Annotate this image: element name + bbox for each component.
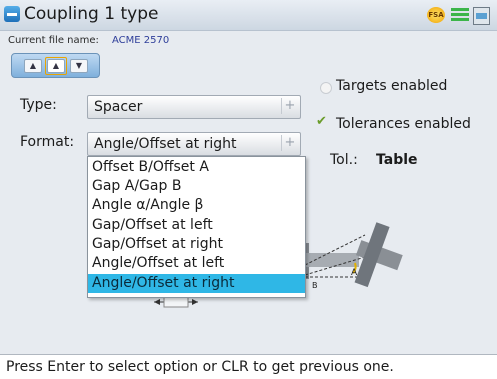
view-button-3[interactable]: ▼ bbox=[70, 59, 88, 73]
tolerances-enabled-label[interactable]: Tolerances enabled bbox=[336, 116, 471, 132]
spacer-shaft bbox=[299, 253, 359, 267]
format-select[interactable]: Angle/Offset at right + bbox=[87, 132, 301, 156]
type-value: Spacer bbox=[94, 99, 143, 115]
tolerance-value[interactable]: Table bbox=[376, 152, 418, 168]
format-value: Angle/Offset at right bbox=[94, 136, 237, 152]
targets-enabled-label[interactable]: Targets enabled bbox=[336, 78, 447, 94]
type-label: Type: bbox=[20, 97, 57, 113]
title-bar: Coupling 1 type FSA bbox=[0, 0, 497, 31]
file-name-label: Current file name: bbox=[8, 35, 99, 46]
format-option[interactable]: Angle/Offset at left bbox=[88, 254, 305, 273]
status-indicator-icon: FSA bbox=[427, 7, 445, 23]
format-option[interactable]: Offset B/Offset A bbox=[88, 158, 305, 177]
type-select[interactable]: Spacer + bbox=[87, 95, 301, 119]
format-option[interactable]: Gap/Offset at left bbox=[88, 216, 305, 235]
status-message: Press Enter to select option or CLR to g… bbox=[6, 359, 394, 375]
dropdown-plus-icon: + bbox=[281, 98, 298, 114]
grid-display-icon bbox=[473, 7, 490, 25]
view-toolbar[interactable]: ▲ ▲ ▼ bbox=[11, 53, 100, 78]
file-name-value: ACME 2570 bbox=[112, 35, 170, 46]
format-option-selected[interactable]: Angle/Offset at right bbox=[88, 274, 305, 293]
window-title: Coupling 1 type bbox=[24, 4, 159, 24]
app-icon bbox=[4, 6, 20, 22]
coupling-diagram: A B bbox=[295, 222, 403, 290]
dropdown-plus-icon: + bbox=[281, 135, 298, 151]
format-dropdown-list[interactable]: Offset B/Offset A Gap A/Gap B Angle α/An… bbox=[87, 156, 306, 298]
offset-label: B bbox=[312, 281, 318, 290]
angle-label: A bbox=[351, 268, 358, 278]
targets-radio[interactable] bbox=[320, 82, 332, 94]
coupling-type-screen: Coupling 1 type FSA Current file name: A… bbox=[0, 0, 497, 379]
format-option[interactable]: Gap A/Gap B bbox=[88, 177, 305, 196]
format-label: Format: bbox=[20, 134, 75, 150]
battery-icon bbox=[451, 8, 469, 22]
view-selection-frame bbox=[45, 57, 67, 75]
check-icon[interactable]: ✔ bbox=[316, 115, 330, 129]
status-bar: Press Enter to select option or CLR to g… bbox=[0, 354, 497, 379]
tolerance-label: Tol.: bbox=[330, 152, 358, 168]
format-option[interactable]: Gap/Offset at right bbox=[88, 235, 305, 254]
format-option[interactable]: Angle α/Angle β bbox=[88, 196, 305, 215]
file-name-bar: Current file name: ACME 2570 bbox=[0, 31, 497, 49]
view-button-1[interactable]: ▲ bbox=[24, 59, 42, 73]
